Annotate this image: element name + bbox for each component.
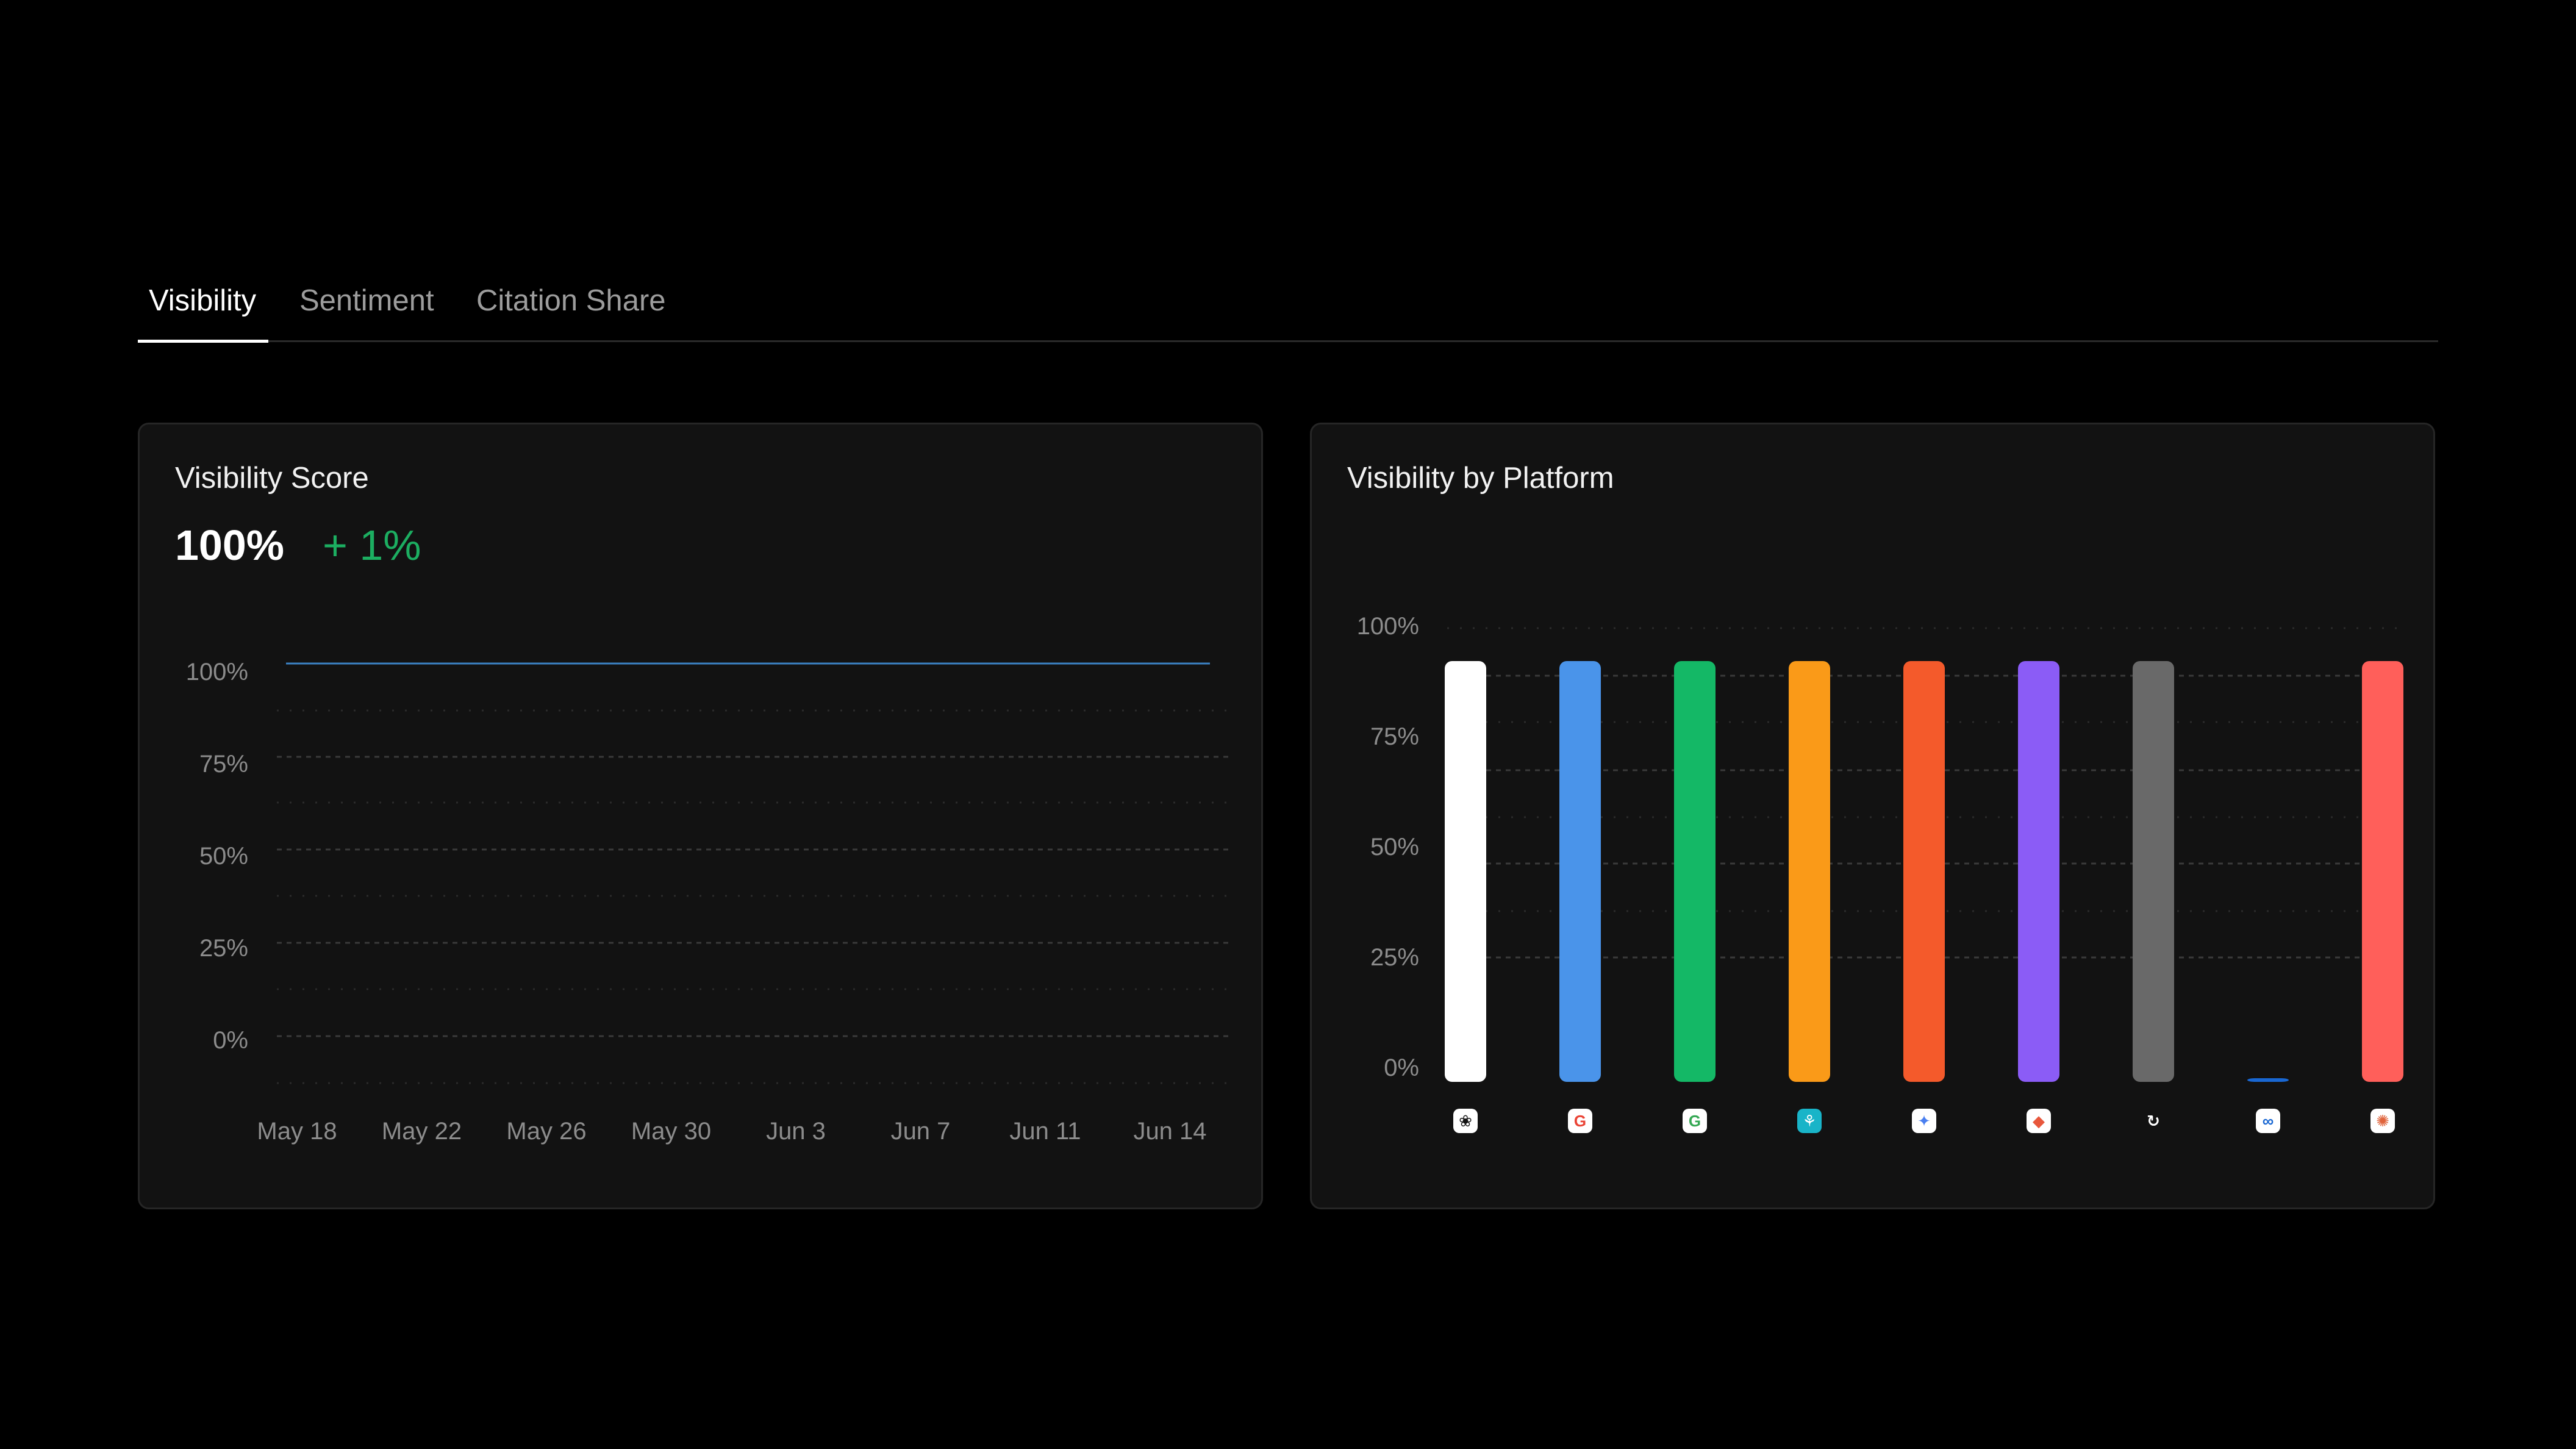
bar[interactable]	[2247, 1078, 2289, 1082]
copilot-icon: ◆	[2027, 1109, 2051, 1133]
tab-visibility-label: Visibility	[149, 284, 257, 317]
platform-bar-chart: 100% 75% 50% 25% 0%	[1357, 613, 2403, 1082]
claude-icon: ✺	[2370, 1109, 2395, 1133]
visibility-line-chart: 100% 75% 50% 25% 0% May 18 May 22 May 26 May 30 J…	[186, 659, 1228, 1145]
tab-sentiment[interactable]: Sentiment	[299, 279, 434, 340]
visibility-by-platform-card: Visibility by Platform 100% 75% 50% 25% 0% ❀…	[1310, 423, 2435, 1209]
bar[interactable]	[2018, 661, 2059, 1082]
bar[interactable]	[1789, 661, 1830, 1082]
y-tick-label: 75%	[199, 751, 248, 778]
y-tick-label: 100%	[186, 659, 248, 685]
x-tick-label: May 30	[631, 1118, 711, 1145]
y-tick-label: 25%	[199, 935, 248, 962]
google-icon: G	[1568, 1109, 1592, 1133]
y-tick-label: 50%	[1370, 834, 1419, 860]
tab-visibility[interactable]: Visibility	[138, 279, 269, 343]
tab-active-underline	[138, 340, 269, 343]
tab-citation-share-label: Citation Share	[476, 284, 666, 317]
y-tick-label: 0%	[213, 1027, 248, 1054]
x-tick-label: May 22	[382, 1118, 462, 1145]
gemini-icon: ✦	[1912, 1109, 1936, 1133]
x-tick-label: Jun 7	[891, 1118, 951, 1145]
y-tick-label: 0%	[1384, 1054, 1419, 1081]
tab-citation-share[interactable]: Citation Share	[476, 279, 666, 340]
perplexity-icon: ↻	[2141, 1109, 2166, 1133]
google-ai-icon: G	[1683, 1109, 1707, 1133]
bar[interactable]	[2362, 661, 2403, 1082]
bar[interactable]	[1903, 661, 1945, 1082]
x-tick-label: May 18	[257, 1118, 337, 1145]
y-tick-label: 25%	[1370, 944, 1419, 971]
tab-bar: Visibility Sentiment Citation Share	[138, 279, 2438, 343]
x-tick-label: Jun 14	[1133, 1118, 1206, 1145]
tab-sentiment-label: Sentiment	[299, 284, 434, 317]
x-tick-label: Jun 3	[766, 1118, 826, 1145]
visibility-score-card: Visibility Score 100% + 1% 100% 75% 50% 25%…	[138, 423, 1263, 1209]
deepseek-icon: ⚘	[1797, 1109, 1822, 1133]
bar[interactable]	[1445, 661, 1486, 1082]
meta-ai-icon: ∞	[2256, 1109, 2280, 1133]
bar[interactable]	[1674, 661, 1716, 1082]
bar[interactable]	[1559, 661, 1601, 1082]
y-tick-label: 100%	[1357, 613, 1419, 640]
x-tick-label: May 26	[506, 1118, 586, 1145]
y-tick-label: 50%	[199, 843, 248, 870]
bar[interactable]	[2133, 661, 2174, 1082]
x-tick-label: Jun 11	[1009, 1118, 1081, 1145]
y-tick-label: 75%	[1370, 723, 1419, 750]
chatgpt-icon: ❀	[1453, 1109, 1478, 1133]
